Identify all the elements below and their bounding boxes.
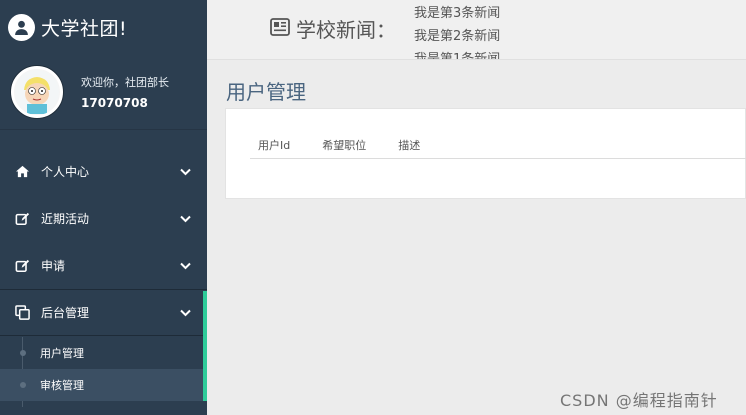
user-welcome: 欢迎你，社团部长	[81, 76, 169, 89]
sidebar: 大学社团! 欢迎你，社团部长 17070708 个人中心 近期活动 申请 后台管…	[0, 0, 207, 415]
user-profile: 欢迎你，社团部长 17070708	[0, 55, 207, 130]
submenu-item-user-management[interactable]: 用户管理	[0, 337, 203, 369]
active-indicator	[203, 291, 207, 401]
submenu-item-review-management[interactable]: 审核管理	[0, 369, 203, 401]
brand[interactable]: 大学社团!	[0, 0, 207, 55]
column-header-description[interactable]: 描述	[398, 137, 420, 153]
user-id: 17070708	[81, 96, 148, 110]
submenu: 用户管理 审核管理	[0, 337, 203, 401]
bullet-dot-icon	[20, 350, 26, 356]
chevron-down-icon	[179, 213, 191, 225]
news-item[interactable]: 我是第1条新闻	[414, 48, 500, 59]
page-title: 用户管理	[226, 80, 306, 104]
avatar[interactable]	[11, 66, 63, 118]
header: 学校新闻： 我是第3条新闻 我是第2条新闻 我是第1条新闻	[207, 0, 746, 60]
column-header-user-id[interactable]: 用户Id	[258, 137, 290, 153]
edit-icon	[13, 211, 31, 227]
sidebar-item-apply[interactable]: 申请	[0, 242, 207, 289]
home-icon	[13, 164, 31, 180]
chevron-down-icon	[179, 166, 191, 178]
table-header: 用户Id 希望职位 描述	[250, 131, 746, 159]
sidebar-item-label: 后台管理	[41, 306, 90, 320]
news-ticker: 我是第3条新闻 我是第2条新闻 我是第1条新闻	[414, 2, 500, 59]
sidebar-item-admin[interactable]: 后台管理	[0, 289, 207, 336]
watermark: CSDN @编程指南针	[560, 391, 718, 410]
sidebar-item-label: 个人中心	[41, 165, 90, 179]
submenu-item-label: 审核管理	[40, 379, 84, 392]
newspaper-icon	[270, 18, 290, 36]
news-title: 学校新闻：	[296, 18, 396, 42]
news-item[interactable]: 我是第2条新闻	[414, 25, 500, 48]
sidebar-item-recent-activities[interactable]: 近期活动	[0, 195, 207, 242]
bullet-dot-icon	[20, 382, 26, 388]
sidebar-item-personal-center[interactable]: 个人中心	[0, 148, 207, 195]
sidebar-menu: 个人中心 近期活动 申请 后台管理	[0, 148, 207, 336]
column-header-position[interactable]: 希望职位	[322, 137, 366, 153]
sidebar-item-label: 近期活动	[41, 212, 90, 226]
edit-icon	[13, 258, 31, 274]
copy-icon	[13, 305, 31, 321]
chevron-down-icon	[179, 307, 191, 319]
brand-title: 大学社团!	[41, 18, 128, 40]
table-panel: 用户Id 希望职位 描述	[225, 108, 746, 199]
chevron-down-icon	[179, 260, 191, 272]
user-circle-icon	[8, 14, 35, 41]
sidebar-item-label: 申请	[41, 259, 66, 273]
submenu-item-label: 用户管理	[40, 347, 84, 360]
news-item[interactable]: 我是第3条新闻	[414, 2, 500, 25]
